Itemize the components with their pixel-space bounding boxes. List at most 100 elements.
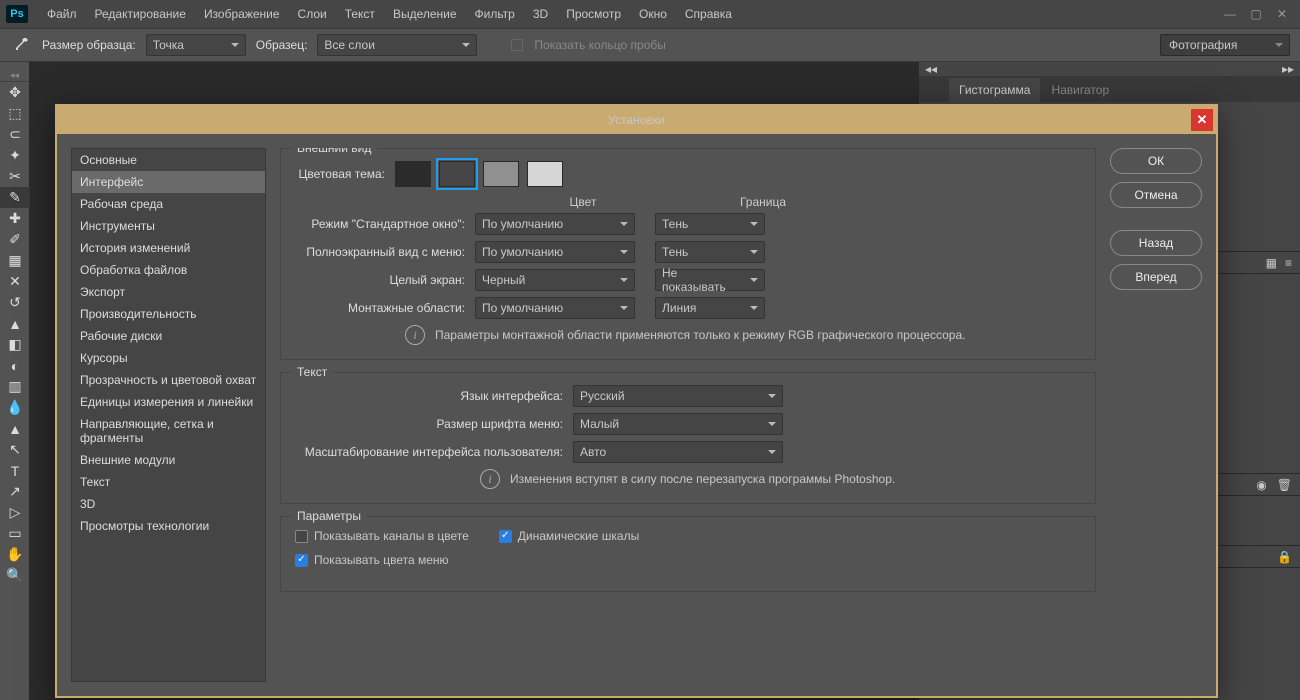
menu-file[interactable]: Файл <box>38 0 86 28</box>
ok-button[interactable]: ОК <box>1110 148 1202 174</box>
row-standard-label: Режим "Стандартное окно": <box>295 217 475 231</box>
theme-swatch-darkest[interactable] <box>395 161 431 187</box>
row-fullmenu-label: Полноэкранный вид с меню: <box>295 245 475 259</box>
cat-tools[interactable]: Инструменты <box>72 215 265 237</box>
tab-navigator[interactable]: Навигатор <box>1041 78 1119 102</box>
cat-plugins[interactable]: Внешние модули <box>72 449 265 471</box>
cat-workspace[interactable]: Рабочая среда <box>72 193 265 215</box>
text-fieldset: Текст Язык интерфейса:Русский Размер шри… <box>280 372 1096 504</box>
cat-units[interactable]: Единицы измерения и линейки <box>72 391 265 413</box>
ui-lang-label: Язык интерфейса: <box>295 389 573 403</box>
tool-dodge[interactable]: ◐ <box>0 355 30 376</box>
cat-guides[interactable]: Направляющие, сетка и фрагменты <box>72 413 265 449</box>
tool-healing[interactable]: ✚ <box>0 208 30 229</box>
menu-layer[interactable]: Слои <box>289 0 336 28</box>
trash-icon[interactable]: 🗑 <box>1277 478 1292 492</box>
tool-move[interactable]: ✥ <box>0 82 30 103</box>
tool-marquee[interactable]: ⬚ <box>0 103 30 124</box>
workspace-select[interactable]: Фотография <box>1160 34 1290 56</box>
standard-border-select[interactable]: Тень <box>655 213 765 235</box>
tool-eraser[interactable]: ◧ <box>0 334 30 355</box>
cat-export[interactable]: Экспорт <box>72 281 265 303</box>
panel-expand-icon[interactable]: ▸▸ <box>1282 62 1294 76</box>
tool-gradient[interactable]: ▥ <box>0 376 30 397</box>
panel-collapse-icon[interactable]: ◂◂ <box>925 62 937 76</box>
artboard-border-select[interactable]: Линия <box>655 297 765 319</box>
theme-swatch-light[interactable] <box>527 161 563 187</box>
info-icon: i <box>405 325 425 345</box>
cat-3d[interactable]: 3D <box>72 493 265 515</box>
text-legend: Текст <box>291 365 333 379</box>
toolbar-collapse-icon[interactable]: ◂◂ <box>0 70 29 82</box>
tool-crop[interactable]: ✂ <box>0 166 30 187</box>
panel-grid-icon[interactable]: ▦ <box>1266 256 1277 270</box>
tool-lasso[interactable]: ⊂ <box>0 124 30 145</box>
menu-edit[interactable]: Редактирование <box>86 0 195 28</box>
show-channels-checkbox[interactable]: Показывать каналы в цвете <box>295 529 469 543</box>
sample-select[interactable]: Все слои <box>317 34 477 56</box>
menubar: Ps Файл Редактирование Изображение Слои … <box>0 0 1300 28</box>
menu-select[interactable]: Выделение <box>384 0 466 28</box>
menu-help[interactable]: Справка <box>676 0 741 28</box>
menu-type[interactable]: Текст <box>336 0 384 28</box>
cat-type[interactable]: Текст <box>72 471 265 493</box>
fullmenu-border-select[interactable]: Тень <box>655 241 765 263</box>
ui-scale-select[interactable]: Авто <box>573 441 783 463</box>
fullmenu-color-select[interactable]: По умолчанию <box>475 241 635 263</box>
menu-3d[interactable]: 3D <box>524 0 557 28</box>
tool-path[interactable]: ↖ <box>0 439 30 460</box>
fullscreen-color-select[interactable]: Черный <box>475 269 635 291</box>
panel-list-icon[interactable]: ≡ <box>1285 256 1292 270</box>
tool-eyedropper[interactable]: ✎ <box>0 187 30 208</box>
standard-color-select[interactable]: По умолчанию <box>475 213 635 235</box>
cat-interface[interactable]: Интерфейс <box>72 171 265 193</box>
tool-clone[interactable]: ✕ <box>0 271 30 292</box>
menu-window[interactable]: Окно <box>630 0 676 28</box>
tab-histogram[interactable]: Гистограмма <box>949 78 1040 102</box>
theme-swatch-dark[interactable] <box>439 161 475 187</box>
cat-techpreview[interactable]: Просмотры технологии <box>72 515 265 537</box>
artboard-color-select[interactable]: По умолчанию <box>475 297 635 319</box>
visibility-icon[interactable]: ◉ <box>1256 478 1266 492</box>
lock-icon[interactable]: 🔒 <box>1277 550 1292 564</box>
prev-button[interactable]: Назад <box>1110 230 1202 256</box>
sample-size-select[interactable]: Точка <box>146 34 246 56</box>
tool-type[interactable]: T <box>0 460 30 481</box>
tool-zoom[interactable]: 🔍 <box>0 565 30 586</box>
dynamic-scales-checkbox[interactable]: Динамические шкалы <box>499 529 639 543</box>
maximize-icon[interactable]: ▢ <box>1244 5 1268 23</box>
menu-view[interactable]: Просмотр <box>557 0 630 28</box>
ui-lang-select[interactable]: Русский <box>573 385 783 407</box>
show-menu-colors-checkbox[interactable]: Показывать цвета меню <box>295 553 449 567</box>
minimize-icon[interactable]: — <box>1218 5 1242 23</box>
show-ring-checkbox[interactable]: Показать кольцо пробы <box>511 38 665 52</box>
info-icon: i <box>480 469 500 489</box>
menu-image[interactable]: Изображение <box>195 0 289 28</box>
tool-quick-select[interactable]: ✦ <box>0 145 30 166</box>
tool-blur[interactable]: 💧 <box>0 397 30 418</box>
menu-filter[interactable]: Фильтр <box>466 0 524 28</box>
tool-hand[interactable]: ✋ <box>0 544 30 565</box>
cat-cursors[interactable]: Курсоры <box>72 347 265 369</box>
font-size-select[interactable]: Малый <box>573 413 783 435</box>
tool-frame[interactable]: ▦ <box>0 250 30 271</box>
cat-history[interactable]: История изменений <box>72 237 265 259</box>
cat-transparency[interactable]: Прозрачность и цветовой охват <box>72 369 265 391</box>
next-button[interactable]: Вперед <box>1110 264 1202 290</box>
tool-pen[interactable]: ▲ <box>0 418 30 439</box>
theme-swatch-medium[interactable] <box>483 161 519 187</box>
cancel-button[interactable]: Отмена <box>1110 182 1202 208</box>
fullscreen-border-select[interactable]: Не показывать <box>655 269 765 291</box>
cat-performance[interactable]: Производительность <box>72 303 265 325</box>
tool-history-brush[interactable]: ↺ <box>0 292 30 313</box>
close-icon[interactable]: ✕ <box>1270 5 1294 23</box>
cat-filehandling[interactable]: Обработка файлов <box>72 259 265 281</box>
cat-general[interactable]: Основные <box>72 149 265 171</box>
tool-stamp[interactable]: ▲ <box>0 313 30 334</box>
dialog-close-button[interactable]: ✕ <box>1191 109 1213 131</box>
tool-brush[interactable]: ✐ <box>0 229 30 250</box>
tool-direct-select[interactable]: ▷ <box>0 502 30 523</box>
tool-shape[interactable]: ↗ <box>0 481 30 502</box>
tool-rectangle[interactable]: ▭ <box>0 523 30 544</box>
cat-scratch[interactable]: Рабочие диски <box>72 325 265 347</box>
